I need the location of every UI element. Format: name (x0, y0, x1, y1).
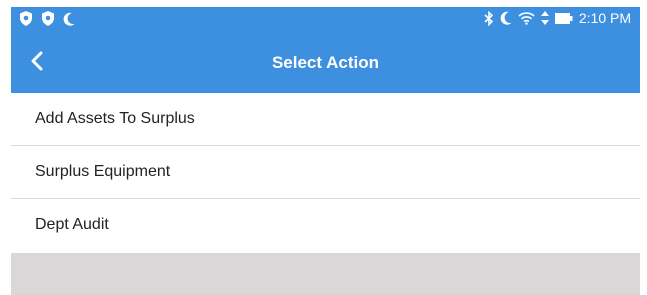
list-item-surplus-equipment[interactable]: Surplus Equipment (11, 146, 640, 199)
status-left-icons (19, 11, 75, 26)
shield-icon (41, 11, 55, 26)
chevron-left-icon (30, 51, 44, 76)
moon-icon (500, 11, 512, 25)
status-bar: 2:10 PM (11, 7, 640, 33)
list-item-add-assets-to-surplus[interactable]: Add Assets To Surplus (11, 93, 640, 146)
list-item-dept-audit[interactable]: Dept Audit (11, 199, 640, 252)
app-screen: 2:10 PM Select Action Add Assets To Surp… (11, 7, 640, 295)
empty-area (11, 253, 640, 295)
back-button[interactable] (23, 49, 51, 77)
bluetooth-icon (484, 10, 494, 26)
page-title: Select Action (271, 53, 380, 72)
action-list: Add Assets To Surplus Surplus Equipment … (11, 93, 640, 252)
status-right-icons: 2:10 PM (484, 10, 631, 26)
battery-icon (554, 12, 573, 24)
shield-icon (19, 11, 33, 26)
data-arrows-icon (540, 11, 549, 25)
app-bar: Select Action (11, 33, 640, 93)
status-time: 2:10 PM (578, 10, 631, 26)
wifi-icon (518, 11, 535, 25)
moon-icon (63, 12, 75, 26)
